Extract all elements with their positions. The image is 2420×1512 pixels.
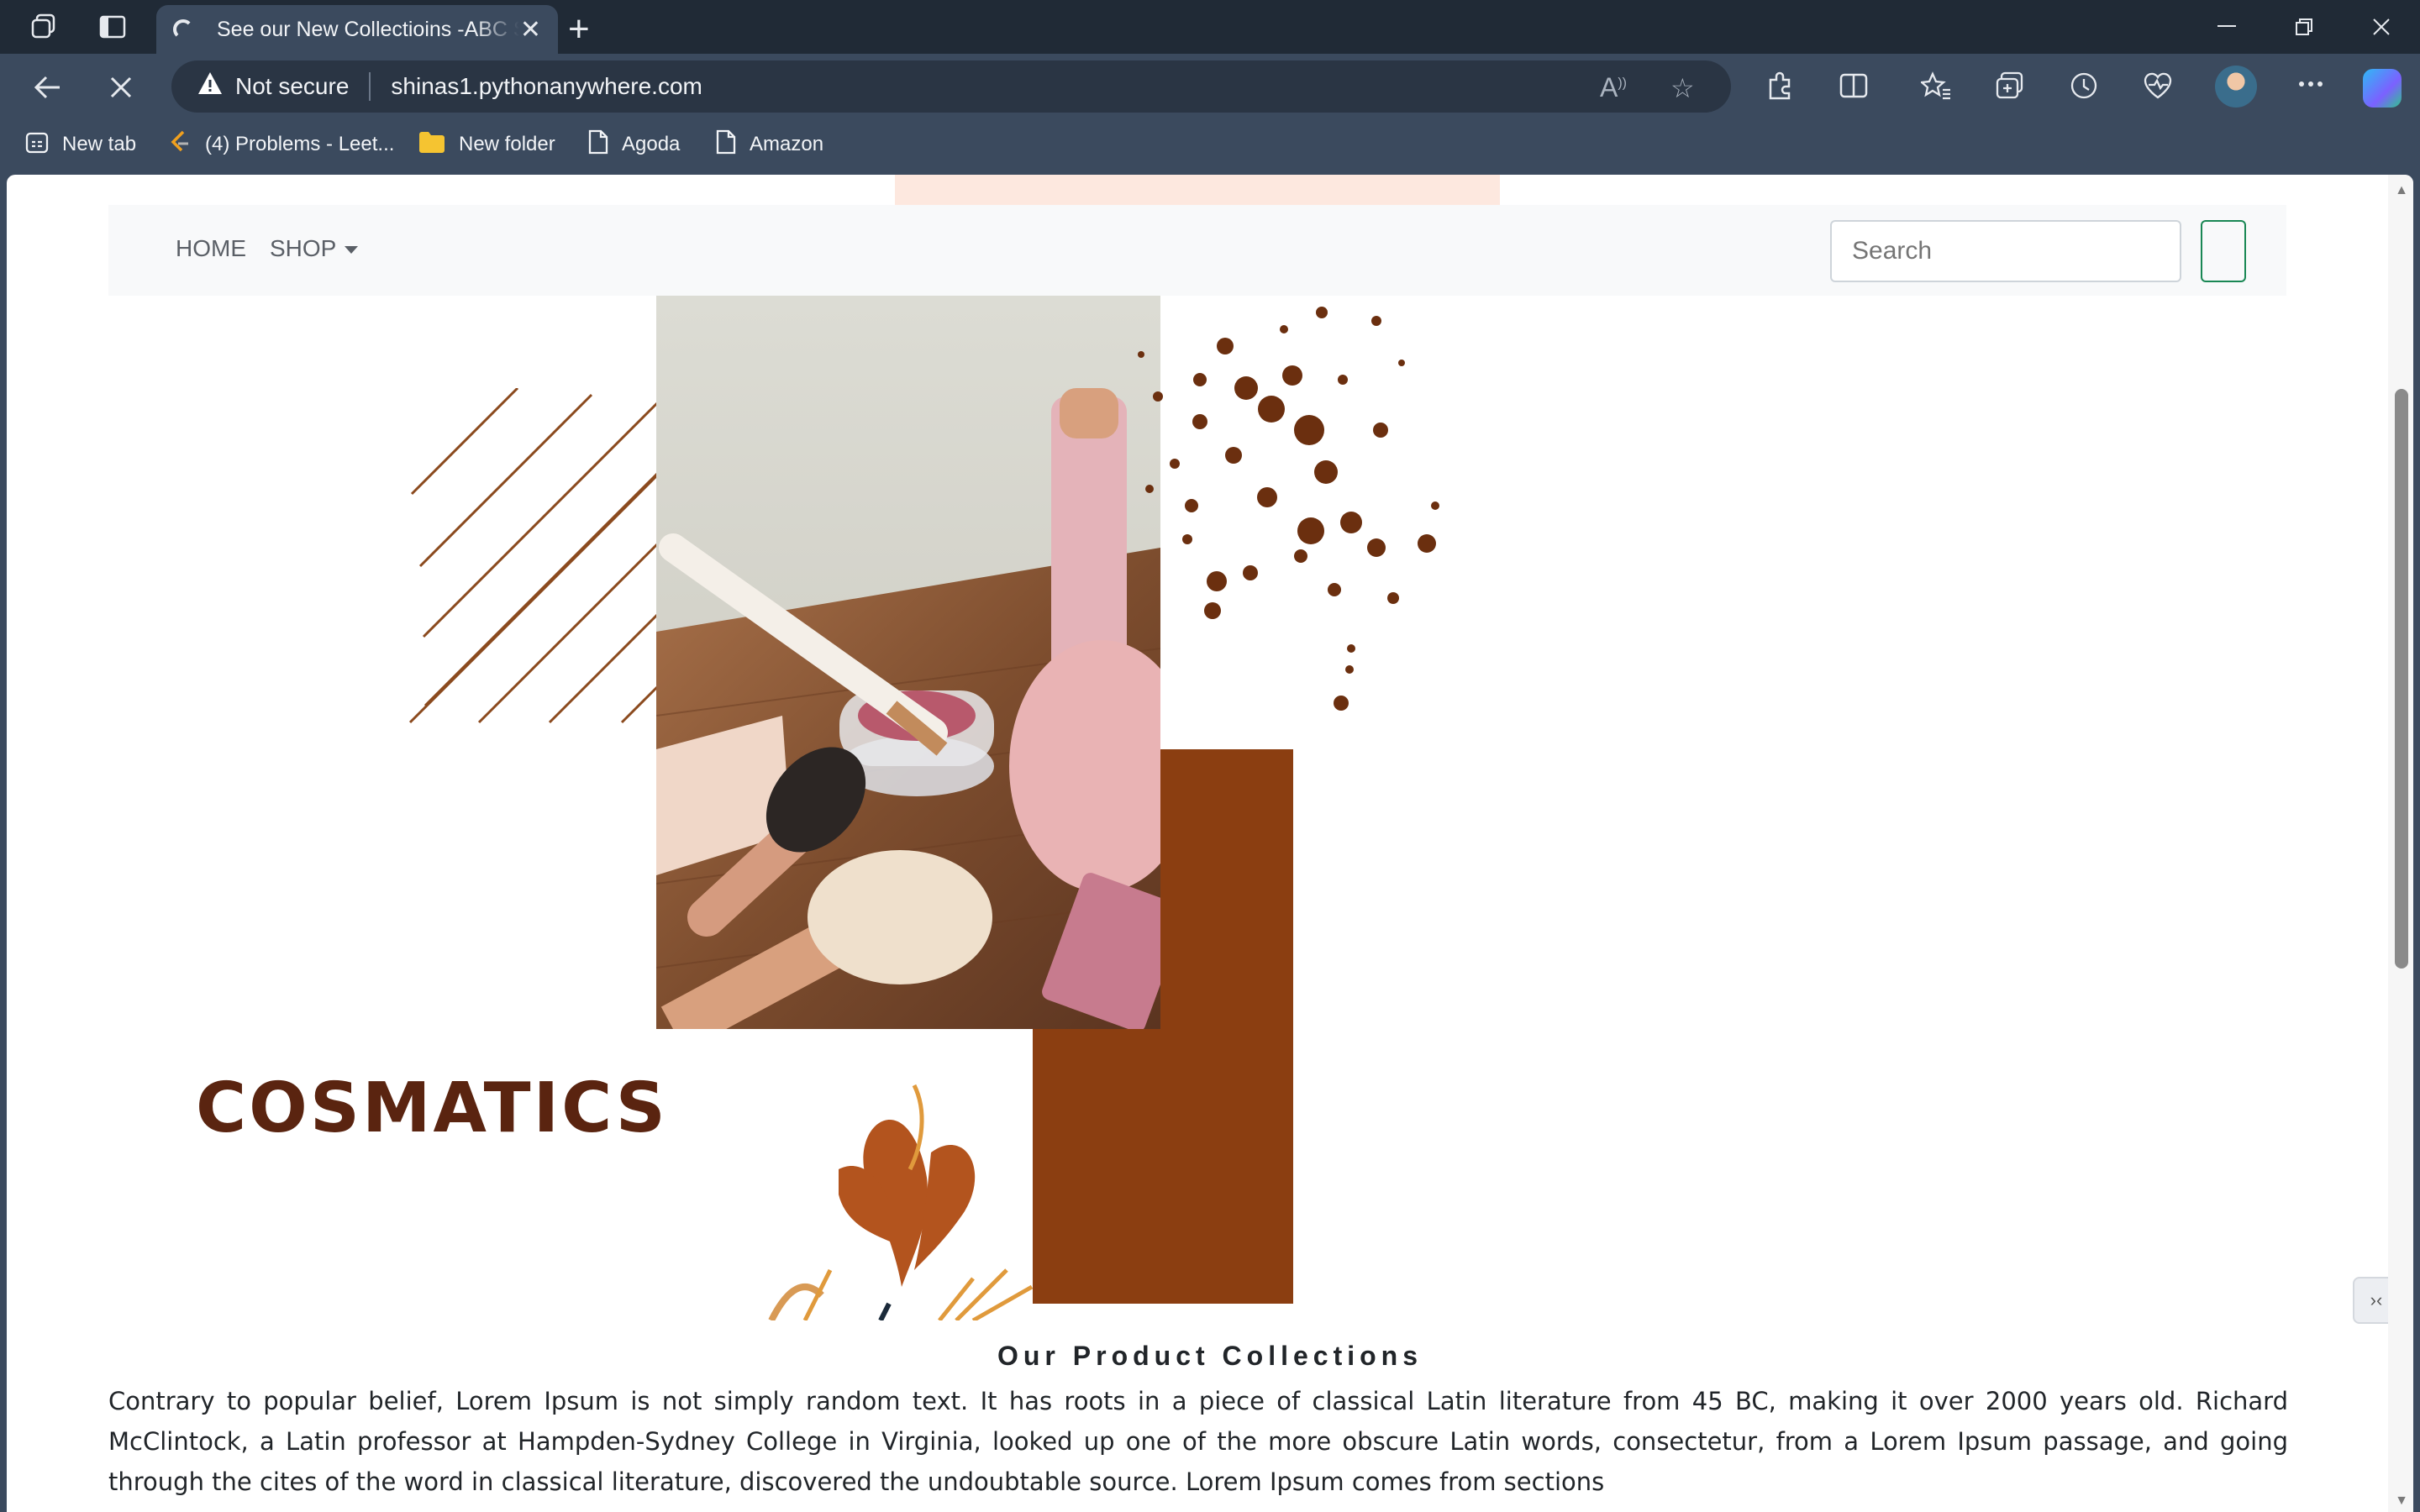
tab-actions-icon[interactable] bbox=[94, 10, 131, 44]
bookmark-leetcode[interactable]: (4) Problems - Leet... bbox=[168, 128, 394, 161]
leaf-decoration bbox=[768, 1084, 1034, 1320]
tab-active[interactable]: See our New Collectioins -ABC Store ✕ bbox=[156, 5, 558, 54]
close-window-icon[interactable] bbox=[2356, 8, 2407, 45]
bookmark-label: New folder bbox=[459, 133, 555, 155]
search-button[interactable] bbox=[2201, 220, 2246, 282]
url-text[interactable]: shinas1.pythonanywhere.com bbox=[391, 73, 702, 100]
history-icon[interactable] bbox=[2067, 69, 2101, 102]
site-navbar: HOME SHOP bbox=[108, 205, 2286, 296]
scroll-down-icon[interactable]: ▼ bbox=[2395, 1494, 2408, 1509]
scroll-thumb[interactable] bbox=[2395, 389, 2408, 969]
page-scrollbar[interactable]: ▲ ▼ bbox=[2388, 175, 2413, 1512]
nav-home[interactable]: HOME bbox=[176, 235, 246, 262]
nav-shop-dropdown[interactable]: SHOP bbox=[270, 235, 359, 262]
security-label[interactable]: Not secure bbox=[235, 73, 349, 100]
favorites-icon[interactable] bbox=[1919, 69, 1953, 102]
brand-heading: COSMATICS bbox=[196, 1068, 668, 1148]
search-input[interactable] bbox=[1830, 220, 2181, 282]
bookmark-label: Agoda bbox=[622, 133, 681, 155]
tab-title: See our New Collectioins -ABC Store bbox=[217, 17, 519, 41]
diagonal-stripes-decoration bbox=[408, 388, 659, 724]
stop-loading-icon[interactable] bbox=[99, 66, 143, 109]
copilot-icon[interactable] bbox=[2363, 69, 2402, 108]
warning-icon[interactable] bbox=[197, 71, 224, 102]
new-tab-button[interactable]: + bbox=[568, 8, 590, 50]
loading-spinner-icon bbox=[173, 19, 193, 39]
close-tab-icon[interactable]: ✕ bbox=[520, 15, 541, 45]
top-banner-strip bbox=[895, 175, 1500, 205]
hero-product-photo bbox=[656, 296, 1160, 1029]
page-icon bbox=[716, 129, 736, 160]
bookmarks-bar: New tab (4) Problems - Leet... New folde… bbox=[0, 119, 2420, 173]
navigation-bar: Not secure shinas1.pythonanywhere.com A)… bbox=[0, 54, 2420, 119]
extensions-icon[interactable] bbox=[1763, 69, 1797, 102]
page-viewport: HOME SHOP Search COSMATICS Our Product C… bbox=[7, 175, 2413, 1512]
browser-window: See our New Collectioins -ABC Store ✕ + … bbox=[0, 0, 2420, 1512]
page-icon bbox=[588, 129, 608, 160]
bookmark-label: Amazon bbox=[750, 133, 824, 155]
folder-icon bbox=[418, 131, 445, 159]
address-divider bbox=[369, 72, 371, 101]
workspaces-icon[interactable] bbox=[25, 10, 62, 44]
paint-splatter-decoration bbox=[1138, 307, 1439, 711]
bookmark-label: (4) Problems - Leet... bbox=[205, 133, 395, 155]
bookmark-label: New tab bbox=[62, 133, 137, 155]
bookmark-new-folder[interactable]: New folder bbox=[418, 128, 555, 161]
bookmark-amazon[interactable]: Amazon bbox=[716, 128, 823, 161]
section-description: Contrary to popular belief, Lorem Ipsum … bbox=[108, 1387, 2288, 1496]
favorite-star-icon[interactable]: ☆ bbox=[1670, 72, 1695, 104]
split-screen-icon[interactable] bbox=[1837, 69, 1870, 102]
hero-banner: COSMATICS bbox=[7, 296, 2413, 1320]
scroll-up-icon[interactable]: ▲ bbox=[2395, 183, 2408, 198]
bookmark-new-tab[interactable]: New tab bbox=[25, 128, 136, 161]
address-bar[interactable]: Not secure shinas1.pythonanywhere.com A)… bbox=[171, 60, 1731, 113]
more-options-icon[interactable] bbox=[2294, 67, 2328, 101]
nav-shop-label: SHOP bbox=[270, 235, 337, 261]
tab-strip: See our New Collectioins -ABC Store ✕ + bbox=[0, 0, 2420, 54]
new-tab-page-icon bbox=[25, 130, 49, 160]
back-icon[interactable] bbox=[25, 66, 69, 109]
caret-down-icon bbox=[345, 246, 359, 255]
restore-icon[interactable] bbox=[2279, 8, 2329, 45]
section-title: Our Product Collections bbox=[997, 1341, 1423, 1371]
collections-icon[interactable] bbox=[1993, 69, 2027, 102]
profile-avatar[interactable] bbox=[2215, 66, 2257, 108]
read-aloud-icon[interactable]: A)) bbox=[1600, 72, 1627, 103]
leetcode-icon bbox=[168, 129, 192, 160]
bookmark-agoda[interactable]: Agoda bbox=[588, 128, 680, 161]
minimize-icon[interactable] bbox=[2202, 8, 2252, 45]
browser-essentials-icon[interactable] bbox=[2141, 69, 2175, 102]
